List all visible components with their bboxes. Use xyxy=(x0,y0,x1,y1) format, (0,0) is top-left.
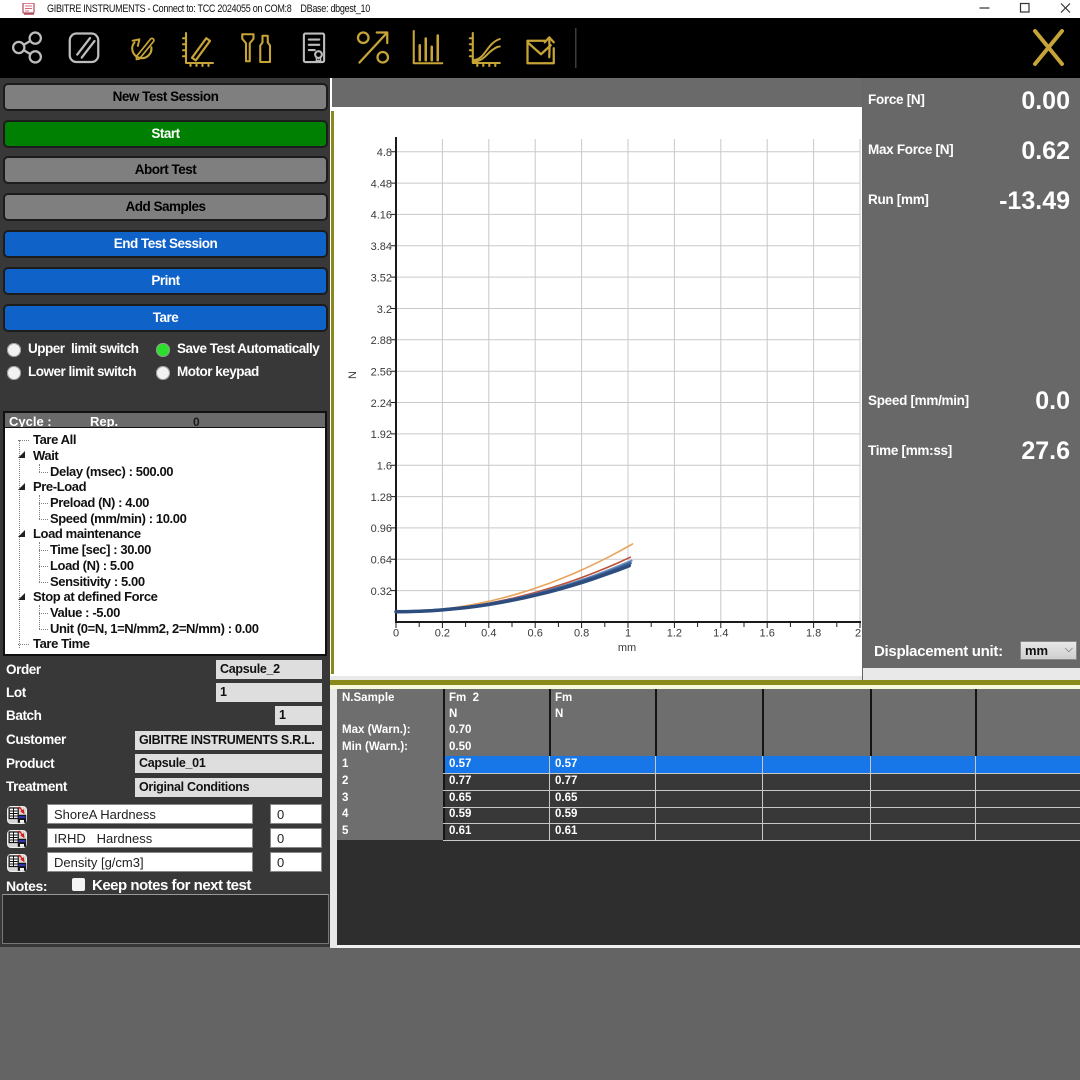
svg-text:4.8: 4.8 xyxy=(377,147,392,159)
svg-text:1.28: 1.28 xyxy=(371,492,392,504)
svg-text:0.8: 0.8 xyxy=(574,628,589,640)
svg-text:4.48: 4.48 xyxy=(371,178,392,190)
svg-text:3.52: 3.52 xyxy=(371,272,392,284)
svg-text:2: 2 xyxy=(855,628,861,640)
svg-text:1.6: 1.6 xyxy=(377,461,392,473)
svg-text:2.56: 2.56 xyxy=(371,367,392,379)
svg-text:0.32: 0.32 xyxy=(371,586,392,598)
svg-text:0.96: 0.96 xyxy=(371,523,392,535)
svg-text:1.92: 1.92 xyxy=(371,429,392,441)
svg-text:2.88: 2.88 xyxy=(371,335,392,347)
svg-text:0: 0 xyxy=(393,628,399,640)
svg-text:4.16: 4.16 xyxy=(371,210,392,222)
svg-text:0.4: 0.4 xyxy=(481,628,496,640)
svg-text:2.24: 2.24 xyxy=(371,398,392,410)
svg-text:3.84: 3.84 xyxy=(371,241,392,253)
svg-text:1: 1 xyxy=(625,628,631,640)
svg-text:1.8: 1.8 xyxy=(806,628,821,640)
svg-text:0.64: 0.64 xyxy=(371,555,392,567)
svg-text:0.6: 0.6 xyxy=(528,628,543,640)
svg-text:3.2: 3.2 xyxy=(377,304,392,316)
svg-text:0.2: 0.2 xyxy=(435,628,450,640)
svg-text:1.2: 1.2 xyxy=(667,628,682,640)
svg-text:1.4: 1.4 xyxy=(713,628,728,640)
svg-text:N: N xyxy=(347,371,359,379)
svg-text:1.6: 1.6 xyxy=(760,628,775,640)
svg-text:mm: mm xyxy=(618,642,636,654)
